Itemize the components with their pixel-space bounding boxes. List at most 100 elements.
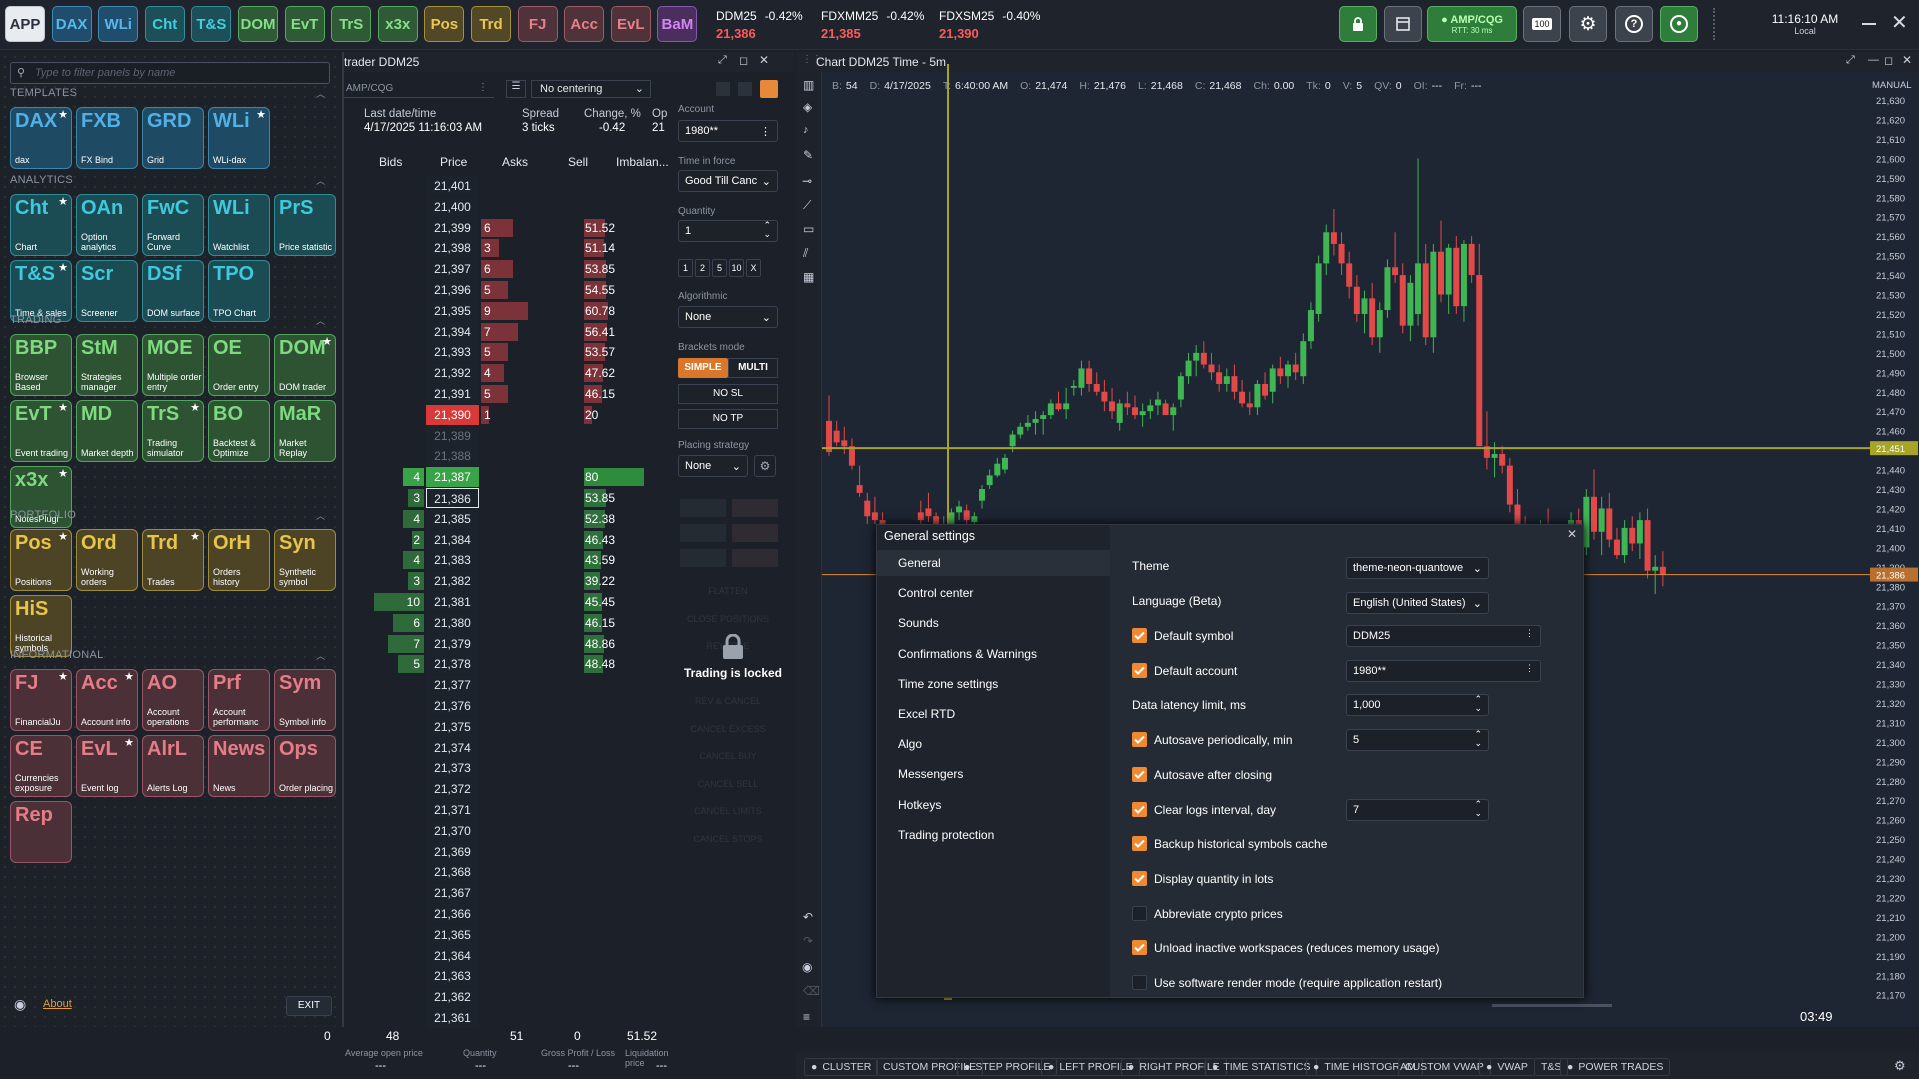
shortcut-evt-button[interactable]: EvT bbox=[284, 6, 325, 42]
collapse-chevron-icon[interactable]: ︿ bbox=[316, 174, 325, 187]
tile-tands[interactable]: T&S Time & sales ★ bbox=[10, 260, 72, 322]
option-checkbox[interactable] bbox=[1132, 940, 1147, 956]
col-sell[interactable]: Sell bbox=[568, 155, 588, 169]
dom-maximize-icon[interactable]: ⤢ bbox=[718, 54, 727, 67]
tile-syn[interactable]: Syn Synthetic symbol bbox=[274, 529, 336, 591]
tile-moe[interactable]: MOE Multiple order entry bbox=[142, 334, 204, 396]
col-bids[interactable]: Bids bbox=[379, 155, 402, 169]
shortcut-x3x-button[interactable]: x3x bbox=[377, 6, 418, 42]
help-button[interactable]: ? bbox=[1615, 6, 1653, 42]
lock-button[interactable] bbox=[1339, 6, 1377, 42]
tile-his[interactable]: HiS Historical symbols bbox=[10, 595, 72, 657]
collapse-chevron-icon[interactable]: ︿ bbox=[316, 509, 325, 522]
tile-wli[interactable]: WLi Watchlist bbox=[208, 194, 270, 256]
centering-select[interactable]: No centering ⌄ bbox=[531, 80, 651, 98]
tile-trd[interactable]: Trd Trades ★ bbox=[142, 529, 204, 591]
shortcut-wli-button[interactable]: WLi bbox=[98, 6, 139, 42]
favorite-star-icon[interactable]: ★ bbox=[58, 401, 68, 414]
option-checkbox[interactable] bbox=[1132, 870, 1147, 886]
shortcut-cht-button[interactable]: Cht bbox=[144, 6, 185, 42]
option-checkbox[interactable] bbox=[1132, 766, 1147, 782]
quick-qty-x-button[interactable]: X bbox=[746, 259, 761, 277]
shortcut-evl-button[interactable]: EvL bbox=[610, 6, 651, 42]
tile-dax[interactable]: DAX dax ★ bbox=[10, 107, 72, 169]
option-checkbox[interactable] bbox=[1132, 905, 1147, 921]
col-asks[interactable]: Asks bbox=[502, 155, 528, 169]
settings-menu-algo[interactable]: Algo bbox=[877, 731, 1110, 757]
shortcut-bam-button[interactable]: BaM bbox=[657, 6, 698, 42]
tile-fj[interactable]: FJ FinancialJu ★ bbox=[10, 669, 72, 731]
indicator-vwap[interactable]: ● VWAP bbox=[1479, 1058, 1535, 1076]
settings-menu-excel-rtd[interactable]: Excel RTD bbox=[877, 701, 1110, 727]
shortcut-trs-button[interactable]: TrS bbox=[331, 6, 372, 42]
menu-dots-icon[interactable]: ⋮ bbox=[478, 82, 488, 93]
quick-qty-5-button[interactable]: 5 bbox=[712, 259, 727, 277]
tile-fwc[interactable]: FwC Forward Curve bbox=[142, 194, 204, 256]
tile-bo[interactable]: BO Backtest & Optimize bbox=[208, 400, 270, 462]
tile-evt[interactable]: EvT Event trading ★ bbox=[10, 400, 72, 462]
indicator-cluster[interactable]: ● CLUSTER bbox=[804, 1058, 879, 1076]
favorite-star-icon[interactable]: ★ bbox=[190, 530, 200, 543]
exit-button[interactable]: EXIT bbox=[286, 996, 332, 1016]
language-select[interactable]: English (United States) ⌄ bbox=[1346, 592, 1489, 614]
option-checkbox[interactable] bbox=[1132, 836, 1147, 852]
favorite-star-icon[interactable]: ★ bbox=[190, 401, 200, 414]
settings-menu-trading-protection[interactable]: Trading protection bbox=[877, 822, 1110, 848]
tile-scr[interactable]: Scr Screener bbox=[76, 260, 138, 322]
ticker-0[interactable]: DDM25 -0.42% 21,386 bbox=[716, 9, 803, 41]
user-button[interactable]: ● bbox=[1660, 6, 1698, 42]
tile-mar[interactable]: MaR Market Replay bbox=[274, 400, 336, 462]
placing-settings-button[interactable]: ⚙ bbox=[754, 455, 776, 477]
favorite-star-icon[interactable]: ★ bbox=[58, 261, 68, 274]
tile-alrl[interactable]: AlrL Alerts Log bbox=[142, 735, 204, 797]
tile-prs[interactable]: PrS Price statistic bbox=[274, 194, 336, 256]
shortcut-dom-button[interactable]: DOM bbox=[238, 6, 278, 42]
tile-prf[interactable]: Prf Account performanc bbox=[208, 669, 270, 731]
theme-select[interactable]: theme-neon-quantowe ⌄ bbox=[1346, 557, 1489, 579]
tile-ops[interactable]: Ops Order placing bbox=[274, 735, 336, 797]
time-scrollbar[interactable] bbox=[1492, 1004, 1612, 1007]
multi-button[interactable]: MULTI bbox=[728, 358, 778, 378]
favorite-star-icon[interactable]: ★ bbox=[58, 530, 68, 543]
settings-menu-control-center[interactable]: Control center bbox=[877, 580, 1110, 606]
tile-grd[interactable]: GRD Grid bbox=[142, 107, 204, 169]
tile-tpo[interactable]: TPO TPO Chart bbox=[208, 260, 270, 322]
tile-ce[interactable]: CE Currencies exposure bbox=[10, 735, 72, 797]
account-field[interactable]: 1980** ⋮ bbox=[678, 120, 778, 142]
tile-dom[interactable]: DOM DOM trader ★ bbox=[274, 334, 336, 396]
collapse-chevron-icon[interactable]: ︿ bbox=[316, 649, 325, 662]
collapse-chevron-icon[interactable]: ︿ bbox=[316, 87, 325, 100]
option-value-field[interactable]: 7 ⌃ ⌄ bbox=[1346, 798, 1489, 821]
col-price[interactable]: Price bbox=[440, 155, 467, 169]
tile-ord[interactable]: Ord Working orders bbox=[76, 529, 138, 591]
dom-feed-field[interactable]: AMP/CQG ⋮ bbox=[344, 80, 494, 98]
tile-md[interactable]: MD Market depth bbox=[76, 400, 138, 462]
dialog-close-button[interactable]: ✕ bbox=[1567, 527, 1577, 541]
tile-rep[interactable]: Rep bbox=[10, 801, 72, 863]
favorite-star-icon[interactable]: ★ bbox=[58, 670, 68, 683]
tile-oe[interactable]: OE Order entry bbox=[208, 334, 270, 396]
quick-qty-1-button[interactable]: 1 bbox=[678, 259, 693, 277]
eye-icon[interactable]: ◉ bbox=[14, 996, 26, 1013]
settings-menu-general[interactable]: General bbox=[877, 550, 1110, 576]
col-imbalance[interactable]: Imbalan... bbox=[616, 155, 669, 169]
shortcut-app-button[interactable]: APP bbox=[5, 6, 45, 42]
settings-menu-hotkeys[interactable]: Hotkeys bbox=[877, 792, 1110, 818]
settings-menu-messengers[interactable]: Messengers bbox=[877, 761, 1110, 787]
tile-dsf[interactable]: DSf DOM surface bbox=[142, 260, 204, 322]
tile-sym[interactable]: Sym Symbol info bbox=[274, 669, 336, 731]
favorite-star-icon[interactable]: ★ bbox=[256, 108, 266, 121]
shortcut-dax-button[interactable]: DAX bbox=[51, 6, 92, 42]
panel-filter-input[interactable]: ⚲ Type to filter panels by name bbox=[10, 62, 330, 84]
favorite-star-icon[interactable]: ★ bbox=[58, 467, 68, 480]
option-value-field[interactable]: 5 ⌃ ⌄ bbox=[1346, 729, 1489, 752]
tile-acc[interactable]: Acc Account info ★ bbox=[76, 669, 138, 731]
layout-button[interactable] bbox=[1384, 6, 1422, 42]
quick-qty-2-button[interactable]: 2 bbox=[695, 259, 710, 277]
settings-gear-icon[interactable]: ⚙ bbox=[1894, 1058, 1906, 1074]
qty-stepper[interactable]: 1 ⌃ ⌄ bbox=[678, 220, 778, 242]
option-checkbox[interactable] bbox=[1132, 975, 1147, 990]
option-checkbox[interactable] bbox=[1132, 801, 1147, 817]
centering-icon-button[interactable]: ☰ bbox=[506, 80, 526, 98]
settings-button[interactable]: ⚙ bbox=[1569, 6, 1607, 42]
